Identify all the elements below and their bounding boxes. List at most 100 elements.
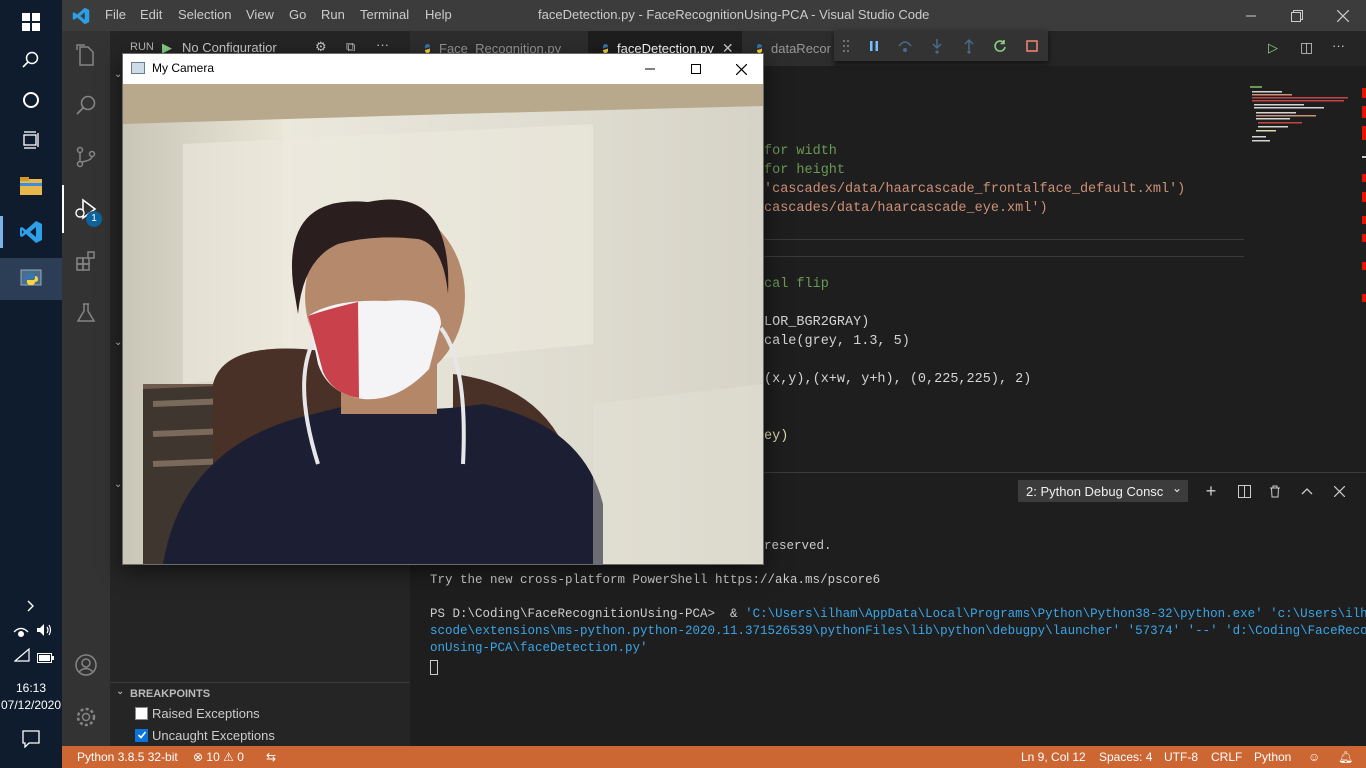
scrollbar-markers[interactable] <box>1362 66 1366 472</box>
activity-bar: 1 <box>62 31 110 746</box>
breakpoint-uncaught-exceptions[interactable]: Uncaught Exceptions <box>135 724 275 746</box>
feedback-icon[interactable]: ☺ <box>1308 750 1320 764</box>
search-icon[interactable] <box>62 81 110 129</box>
run-file-icon[interactable]: ▷ <box>1268 40 1278 56</box>
testing-flask-icon[interactable] <box>62 289 110 337</box>
gear-icon[interactable] <box>62 693 110 741</box>
explorer-icon[interactable] <box>62 31 110 79</box>
camera-app-icon <box>131 62 145 74</box>
network-icon[interactable] <box>12 622 30 638</box>
debug-launch-icon[interactable]: ⇆ <box>266 750 276 764</box>
camera-maximize-button[interactable] <box>673 54 719 84</box>
chevron-down-icon: ⌄ <box>1171 481 1182 495</box>
breakpoints-title: BREAKPOINTS <box>130 688 211 700</box>
minimap[interactable] <box>1250 86 1352 156</box>
indentation[interactable]: Spaces: 4 <box>1099 750 1152 764</box>
menu-file[interactable]: File <box>105 7 126 22</box>
drag-handle-icon[interactable] <box>834 31 858 61</box>
python-interpreter[interactable]: Python 3.8.5 32-bit <box>77 750 178 764</box>
terminal-prompt: PS D:\Coding\FaceRecognitionUsing-PCA> & <box>430 607 746 621</box>
file-explorer-icon[interactable] <box>0 164 62 208</box>
terminal-command: 'C:\Users\ilham\AppData\Local\Programs\P… <box>745 607 1366 621</box>
code-line: for height <box>764 163 846 178</box>
wifi-icon[interactable] <box>13 647 30 662</box>
raised-exceptions-checkbox[interactable] <box>135 706 148 720</box>
pause-icon[interactable] <box>858 31 890 61</box>
split-terminal-icon[interactable] <box>1233 480 1255 502</box>
stop-icon[interactable] <box>1016 31 1048 61</box>
problems-indicator[interactable]: ⊗ 10 ⚠ 0 <box>193 750 244 764</box>
close-button[interactable] <box>1320 0 1366 31</box>
editor-more-icon[interactable]: ··· <box>1332 38 1345 53</box>
language-mode[interactable]: Python <box>1254 750 1291 764</box>
step-out-icon[interactable] <box>953 31 985 61</box>
close-panel-icon[interactable] <box>1328 480 1350 502</box>
camera-window-titlebar[interactable]: My Camera <box>123 54 763 84</box>
maximize-panel-icon[interactable] <box>1296 480 1318 502</box>
python-icon[interactable] <box>0 258 62 300</box>
source-control-icon[interactable] <box>62 133 110 181</box>
code-line: (x,y),(x+w, y+h), (0,225,225), 2) <box>764 372 1032 387</box>
search-icon[interactable] <box>0 38 62 82</box>
menu-go[interactable]: Go <box>289 7 306 22</box>
taskbar-clock[interactable]: 16:13 07/12/2020 <box>0 680 62 714</box>
run-label: RUN <box>130 41 154 53</box>
menu-help[interactable]: Help <box>425 7 452 22</box>
code-line: 'cascades/data/haarcascade_frontalface_d… <box>764 182 1186 197</box>
vscode-logo-icon <box>72 7 90 25</box>
restore-button[interactable] <box>1274 0 1320 31</box>
console-select[interactable]: 2: Python Debug Consc ⌄ <box>1018 480 1188 502</box>
windows-taskbar: 16:13 07/12/2020 <box>0 0 62 768</box>
code-line: cal flip <box>764 277 829 292</box>
camera-close-button[interactable] <box>718 54 764 84</box>
uncaught-exceptions-checkbox[interactable] <box>135 728 148 742</box>
code-line: LOR_BGR2GRAY) <box>764 315 870 330</box>
action-center-icon[interactable] <box>22 730 40 749</box>
menu-edit[interactable]: Edit <box>140 7 162 22</box>
cursor-position[interactable]: Ln 9, Col 12 <box>1021 750 1086 764</box>
menu-terminal[interactable]: Terminal <box>360 7 409 22</box>
debug-badge: 1 <box>86 211 102 227</box>
step-into-icon[interactable] <box>921 31 953 61</box>
vscode-icon[interactable] <box>0 210 62 254</box>
indent-guide <box>764 256 1244 257</box>
more-actions-icon[interactable]: ··· <box>376 37 389 52</box>
extensions-icon[interactable] <box>62 237 110 285</box>
cortana-icon[interactable] <box>0 78 62 122</box>
encoding[interactable]: UTF-8 <box>1164 750 1198 764</box>
menu-selection[interactable]: Selection <box>178 7 231 22</box>
battery-icon[interactable] <box>37 650 55 663</box>
trash-icon[interactable] <box>1264 480 1286 502</box>
breakpoint-label: Raised Exceptions <box>152 705 260 721</box>
camera-window[interactable]: My Camera <box>122 53 764 565</box>
menu-run[interactable]: Run <box>321 7 345 22</box>
code-line: cascades/data/haarcascade_eye.xml') <box>764 201 1048 216</box>
end-of-line[interactable]: CRLF <box>1211 750 1242 764</box>
terminal-cursor[interactable] <box>430 660 438 675</box>
menu-view[interactable]: View <box>246 7 274 22</box>
breakpoints-chevron-icon: ⌄ <box>116 686 125 697</box>
vscode-titlebar: File Edit Selection View Go Run Terminal… <box>62 0 1366 31</box>
breakpoint-raised-exceptions[interactable]: Raised Exceptions <box>135 702 260 724</box>
camera-minimize-button[interactable] <box>627 54 673 84</box>
camera-window-title: My Camera <box>152 61 215 75</box>
error-count: 10 <box>206 750 220 764</box>
new-terminal-icon[interactable]: + <box>1200 480 1222 502</box>
run-debug-icon[interactable]: 1 <box>62 185 110 233</box>
debug-toolbar <box>834 31 1048 61</box>
clock-time: 16:13 <box>15 681 47 695</box>
window-title: faceDetection.py - FaceRecognitionUsing-… <box>538 7 930 22</box>
task-view-icon[interactable] <box>0 118 62 162</box>
terminal-command: onUsing-PCA\faceDetection.py' <box>430 641 648 655</box>
volume-icon[interactable] <box>36 622 54 638</box>
minimize-button[interactable] <box>1228 0 1274 31</box>
terminal-command: scode\extensions\ms-python.python-2020.1… <box>430 624 1366 638</box>
accounts-icon[interactable] <box>62 641 110 689</box>
breakpoint-label: Uncaught Exceptions <box>152 727 275 743</box>
code-line: cale(grey, 1.3, 5) <box>764 334 910 349</box>
restart-icon[interactable] <box>985 31 1017 61</box>
notifications-icon[interactable]: 🔔︎ <box>1338 750 1353 764</box>
split-editor-icon[interactable]: ◫ <box>1300 39 1313 56</box>
breakpoints-header[interactable]: ⌄ BREAKPOINTS <box>110 682 410 702</box>
step-over-icon[interactable] <box>889 31 921 61</box>
